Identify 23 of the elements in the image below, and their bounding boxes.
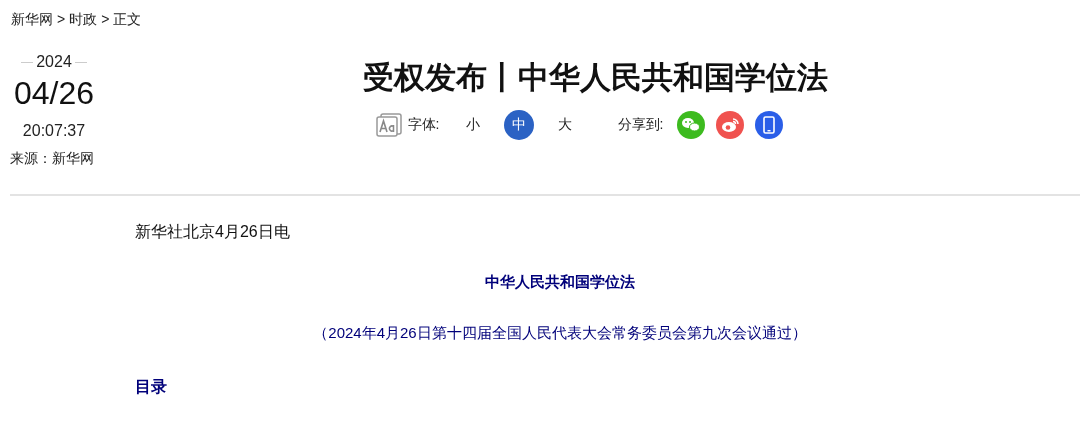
breadcrumb-separator: > [101,11,110,29]
publish-time: 20:07:37 [22,122,86,140]
breadcrumb-link[interactable]: 新华网 [11,11,53,33]
publish-date: 04/26 [13,75,95,112]
share-label: 分享到: [617,116,664,134]
font-size-label: 字体: [407,116,440,134]
breadcrumb-separator: > [57,11,66,29]
source-text: 来源：新华网 [10,150,94,168]
year-text: 2024 [36,53,72,71]
weibo-icon[interactable] [716,111,745,139]
font-size-icon [375,113,402,137]
font-size-option[interactable]: 小 [457,110,488,140]
article-title: 受权发布丨中华人民共和国学位法 [362,59,828,97]
dateline-text: 新华社北京4月26日电 [135,222,291,242]
wechat-icon[interactable] [677,111,706,139]
adoption-note: （2024年4月26日第十四届全国人民代表大会常务委员会第九次会议通过） [312,324,808,343]
breadcrumb-link[interactable]: 时政 [69,11,98,33]
section-heading: 目录 [135,377,168,397]
mobile-icon[interactable] [755,111,784,139]
font-size-option[interactable]: 大 [549,110,580,140]
font-size-option[interactable]: 中 [503,110,534,140]
law-title: 中华人民共和国学位法 [484,273,636,292]
breadcrumb-link[interactable]: 正文 [113,11,142,33]
